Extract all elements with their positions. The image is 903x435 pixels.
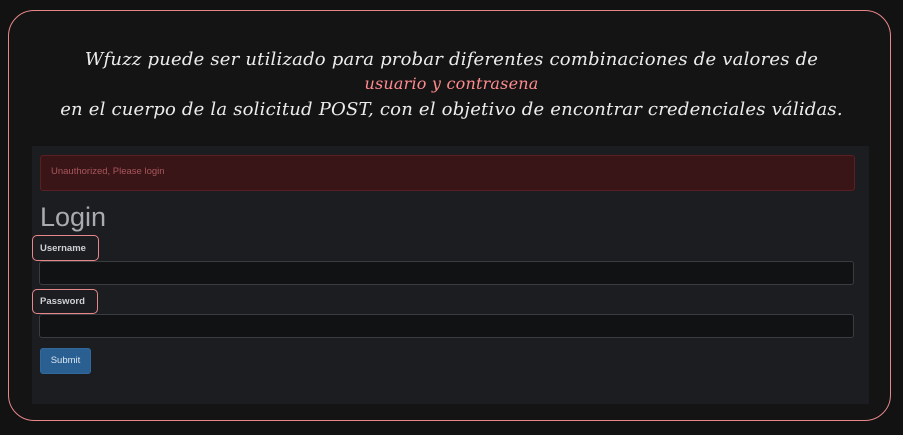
username-label: Username	[40, 243, 86, 254]
submit-button[interactable]: Submit	[40, 348, 91, 374]
page-title: Login	[40, 202, 107, 232]
login-screenshot: Unauthorized, Please login Login Usernam…	[32, 146, 869, 404]
alert-text: Unauthorized, Please login	[51, 166, 165, 177]
password-label: Password	[40, 296, 85, 307]
password-input[interactable]	[39, 314, 854, 338]
username-input[interactable]	[39, 261, 854, 285]
caption-highlight: usuario y contrasena	[364, 74, 539, 93]
caption-line-3: en el cuerpo de la solicitud POST, con e…	[60, 99, 843, 120]
unauthorized-alert: Unauthorized, Please login	[40, 155, 855, 191]
caption-line-1: Wfuzz puede ser utilizado para probar di…	[84, 49, 819, 70]
